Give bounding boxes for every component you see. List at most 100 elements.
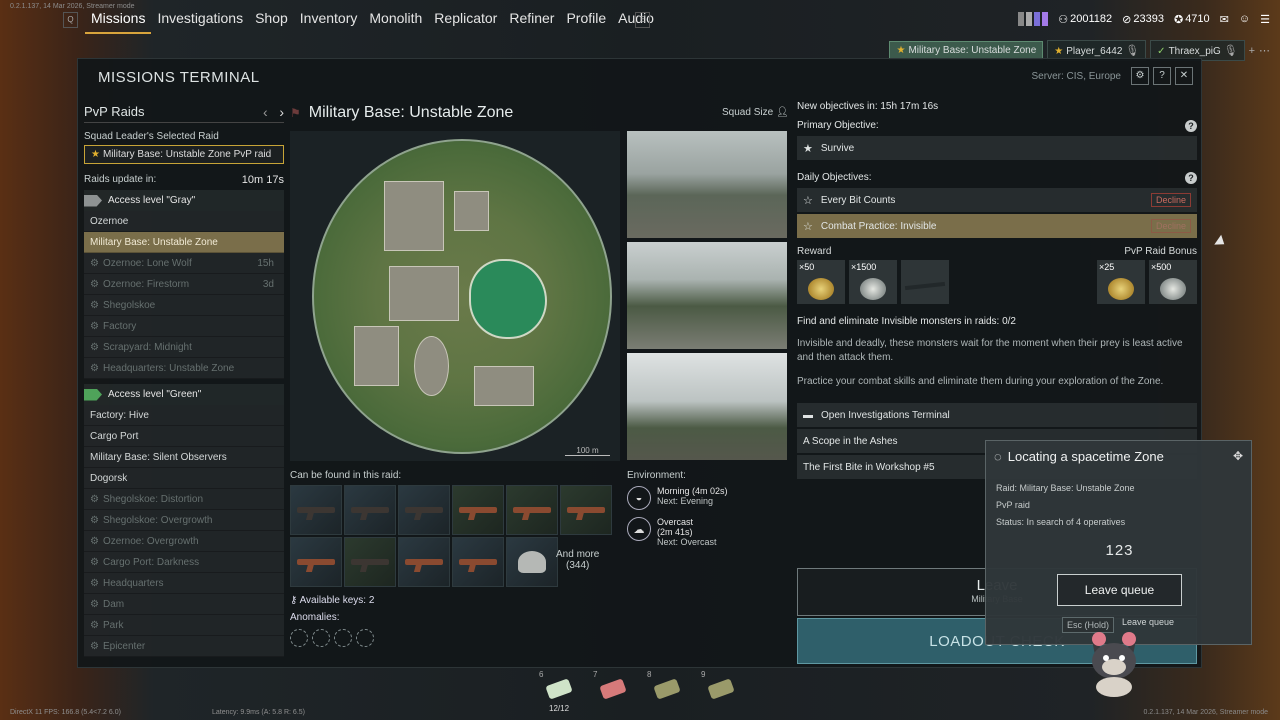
raid-item[interactable]: ⚙ Cargo Port: Darkness: [84, 552, 284, 573]
locked-icon: ⚙: [90, 321, 99, 332]
quick-slot[interactable]: 8: [643, 668, 689, 714]
bonus-coins-gold[interactable]: ×25: [1097, 260, 1145, 304]
mail-icon[interactable]: ✉: [1220, 13, 1229, 26]
decline-button[interactable]: Decline: [1150, 193, 1191, 207]
anomalies-icons: [290, 629, 374, 647]
consumable-icon: [545, 678, 573, 700]
raid-item[interactable]: Cargo Port: [84, 426, 284, 447]
loot-item[interactable]: [290, 485, 342, 535]
loot-item[interactable]: [452, 485, 504, 535]
quick-slot[interactable]: 9: [697, 668, 743, 714]
loot-item[interactable]: [560, 485, 612, 535]
help-icon[interactable]: ?: [1185, 172, 1197, 184]
daily-objective[interactable]: ☆ Every Bit Counts Decline: [797, 188, 1197, 212]
star-icon: ★: [1054, 46, 1064, 57]
more-icon[interactable]: ⋯: [1259, 44, 1270, 57]
popup-raid: Raid: Military Base: Unstable Zone: [996, 483, 1135, 493]
next-tab-key[interactable]: E: [635, 12, 650, 28]
raid-item[interactable]: ⚙ Headquarters: Unstable Zone: [84, 358, 284, 379]
raid-item[interactable]: ⚙ Ozernoe: Firestorm 3d: [84, 274, 284, 295]
raid-item[interactable]: ⚙ Factory: [84, 316, 284, 337]
loot-item[interactable]: [398, 537, 450, 587]
ruble-icon: ⊘: [1122, 13, 1132, 26]
raid-item[interactable]: Dogorsk: [84, 468, 284, 489]
raid-item[interactable]: ⚙ Park: [84, 615, 284, 636]
location-photo[interactable]: [627, 131, 787, 238]
loot-item[interactable]: [452, 537, 504, 587]
move-icon[interactable]: ✥: [1233, 449, 1243, 463]
loot-item[interactable]: [344, 485, 396, 535]
help-icon[interactable]: ?: [1153, 67, 1171, 85]
raid-item[interactable]: ⚙ Epicenter: [84, 636, 284, 657]
loot-item[interactable]: [506, 485, 558, 535]
close-icon[interactable]: ✕: [1175, 67, 1193, 85]
quick-slot[interactable]: 6 12/12: [535, 668, 581, 714]
reward-coins-silver[interactable]: ×1500: [849, 260, 897, 304]
tab-monolith[interactable]: Monolith: [363, 10, 428, 34]
daily-objective[interactable]: ☆ Combat Practice: Invisible Decline: [797, 214, 1197, 238]
raid-item[interactable]: ⚙ Scrapyard: Midnight: [84, 337, 284, 358]
settings-icon[interactable]: ⚙: [1131, 67, 1149, 85]
loot-grid: [290, 485, 612, 587]
raids-list: PvP Raids ‹ › Squad Leader's Selected Ra…: [84, 101, 284, 657]
raid-item[interactable]: Factory: Hive: [84, 405, 284, 426]
raid-item[interactable]: Military Base: Silent Observers: [84, 447, 284, 468]
locked-icon: ⚙: [90, 494, 99, 505]
friends-icon[interactable]: ☺: [1239, 13, 1250, 25]
consumable-icon: [707, 678, 735, 700]
chevron-right-icon[interactable]: ›: [279, 104, 284, 120]
raid-item[interactable]: ⚙ Shegolskoe: Overgrowth: [84, 510, 284, 531]
more-loot[interactable]: And more (344): [556, 549, 599, 571]
raid-item[interactable]: Ozernoe: [84, 211, 284, 232]
bonus-coins-silver[interactable]: ×500: [1149, 260, 1197, 304]
raid-item[interactable]: ⚙ Dam: [84, 594, 284, 615]
reward-items: ×50 ×1500: [797, 260, 949, 304]
raid-item[interactable]: ⚙ Ozernoe: Overgrowth: [84, 531, 284, 552]
loot-item[interactable]: [398, 485, 450, 535]
matchmaking-popup: ◌ Locating a spacetime Zone ✥ Raid: Milit…: [985, 440, 1252, 645]
locked-icon: ⚙: [90, 300, 99, 311]
loot-item[interactable]: [344, 537, 396, 587]
bonus-items: ×25 ×500: [1097, 260, 1197, 304]
raid-item[interactable]: Military Base: Unstable Zone: [84, 232, 284, 253]
raid-type-icon: ⚑: [290, 106, 301, 120]
microphone-icon: 🎙︎: [1223, 45, 1238, 57]
menu-icon[interactable]: ☰: [1260, 13, 1270, 26]
tab-inventory[interactable]: Inventory: [294, 10, 364, 34]
chevron-left-icon[interactable]: ‹: [263, 104, 268, 120]
tab-missions[interactable]: Missions: [85, 10, 152, 34]
map-preview: 100 m: [290, 131, 620, 461]
key-icon: ⚷: [290, 595, 298, 606]
prev-tab-key[interactable]: Q: [63, 12, 78, 28]
raid-item[interactable]: ⚙ Ozernoe: Lone Wolf 15h: [84, 253, 284, 274]
loot-item[interactable]: [290, 537, 342, 587]
quick-slot[interactable]: 7: [589, 668, 635, 714]
tab-shop[interactable]: Shop: [249, 10, 294, 34]
queue-timer: 123: [1105, 542, 1134, 559]
render-stats: DirectX 11 FPS: 166.8 (5.4<7.2 6.0): [10, 709, 121, 716]
raid-item[interactable]: ⚙ Shegolskoe: [84, 295, 284, 316]
top-navigation: 0.2.1.137, 14 Mar 2026, Streamer mode Q …: [0, 0, 1280, 40]
star-icon: ★: [896, 45, 906, 56]
location-photo[interactable]: [627, 353, 787, 460]
microphone-icon: 🎙︎: [1125, 45, 1140, 57]
help-icon[interactable]: ?: [1185, 120, 1197, 132]
battlepass-icon[interactable]: [1018, 12, 1049, 26]
tab-profile[interactable]: Profile: [560, 10, 612, 34]
leave-queue-button[interactable]: Leave queue: [1057, 574, 1182, 606]
open-investigations-button[interactable]: ▬ Open Investigations Terminal: [797, 403, 1197, 427]
tab-replicator[interactable]: Replicator: [428, 10, 503, 34]
location-photo[interactable]: [627, 242, 787, 349]
add-friend-icon[interactable]: +: [1249, 45, 1255, 57]
raid-item[interactable]: ⚙ Headquarters: [84, 573, 284, 594]
tab-investigations[interactable]: Investigations: [151, 10, 249, 34]
reward-coins-gold[interactable]: ×50: [797, 260, 845, 304]
raid-item[interactable]: ⚙ Shegolskoe: Distortion: [84, 489, 284, 510]
loot-item[interactable]: [506, 537, 558, 587]
reward-weapon[interactable]: [901, 260, 949, 304]
tab-refiner[interactable]: Refiner: [503, 10, 560, 34]
decline-button[interactable]: Decline: [1150, 219, 1191, 233]
primary-objective[interactable]: ★ Survive: [797, 136, 1197, 160]
coupon-icon: ⚇: [1058, 13, 1069, 26]
locked-icon: ⚙: [90, 620, 99, 631]
